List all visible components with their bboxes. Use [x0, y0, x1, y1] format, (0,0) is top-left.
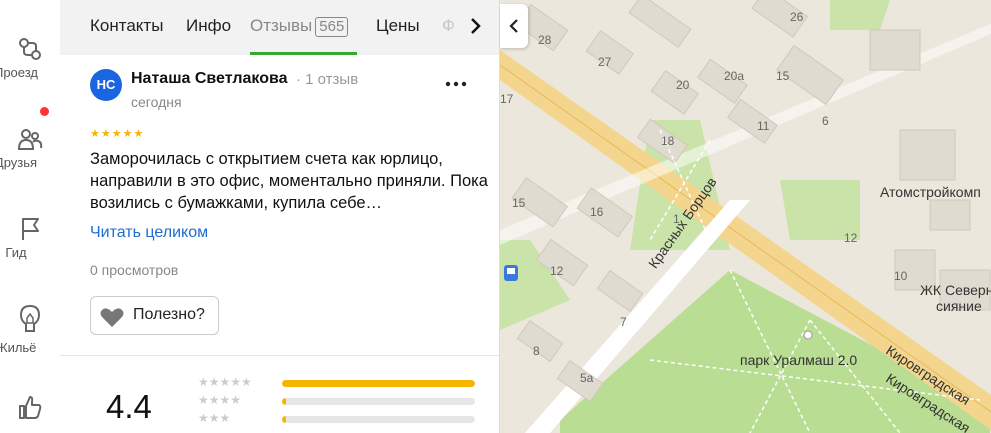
- dist-bar-5: [282, 380, 475, 387]
- review-author[interactable]: Наташа Светлакова: [131, 70, 288, 88]
- dist-bar-fill: [282, 416, 286, 423]
- divider: [60, 355, 499, 356]
- place-label: ЖК Северн: [920, 282, 991, 298]
- map-label: 20а: [724, 69, 745, 83]
- rail-item-housing[interactable]: Жильё: [0, 304, 60, 355]
- tab-bar: Контакты Инфо Отзывы565 Цены Ф: [60, 0, 499, 55]
- map-label: 5а: [580, 371, 594, 385]
- rail-label-guide: Гид: [5, 245, 27, 260]
- rail-item-route[interactable]: Проезд: [0, 36, 60, 80]
- dist-bar-4: [282, 398, 475, 405]
- tab-prices[interactable]: Цены: [376, 16, 420, 36]
- tab-active-indicator: [250, 52, 357, 55]
- tab-reviews-label: Отзывы: [250, 16, 313, 35]
- rail-item-friends[interactable]: Друзья: [0, 126, 60, 170]
- notification-dot: [40, 107, 49, 116]
- map-label: 28: [538, 33, 552, 47]
- place-label: парк Уралмаш 2.0: [740, 352, 858, 368]
- tab-contacts[interactable]: Контакты: [90, 16, 163, 36]
- place-label: сияние: [936, 298, 982, 314]
- read-more-link[interactable]: Читать целиком: [90, 224, 208, 242]
- review-stars: ★★★★★: [90, 128, 145, 140]
- map-label: 7: [620, 315, 627, 329]
- friends-icon: [17, 129, 43, 150]
- rail-label-friends: Друзья: [0, 155, 38, 170]
- tab-reviews[interactable]: Отзывы 565: [250, 16, 349, 37]
- map-label: 6: [822, 114, 829, 128]
- review-date: сегодня: [131, 94, 182, 110]
- rail-item-rating[interactable]: [0, 394, 60, 420]
- helpful-label: Полезно?: [133, 306, 205, 323]
- rail-label-housing: Жильё: [0, 340, 37, 355]
- place-label: Атомстройкомп: [880, 184, 981, 200]
- dist-stars-4: ★★★★: [198, 393, 242, 407]
- heart-icon: [100, 308, 124, 327]
- dist-bar-fill: [282, 380, 475, 387]
- map-label: 16: [590, 205, 604, 219]
- avatar[interactable]: НС: [90, 69, 122, 101]
- map-label: 10: [894, 269, 908, 283]
- dist-bar-3: [282, 416, 475, 423]
- helpful-button[interactable]: Полезно?: [90, 296, 219, 335]
- map-label: 12: [550, 264, 564, 278]
- dist-stars-3: ★★★: [198, 411, 231, 425]
- map[interactable]: 28 27 26 20 20а 15 11 6 18 17 16 15 12 1…: [500, 0, 991, 433]
- chevron-left-icon: [509, 19, 518, 33]
- dist-stars-5: ★★★★★: [198, 375, 252, 389]
- left-rail: Проезд Друзья Гид Жильё: [0, 0, 60, 433]
- review-panel: Контакты Инфо Отзывы565 Цены Ф НС Наташа…: [60, 0, 500, 433]
- map-label: 15: [512, 196, 526, 210]
- thumbs-up-icon: [19, 396, 42, 419]
- map-label: 11: [757, 119, 770, 133]
- map-label: 12: [844, 231, 858, 245]
- more-options-icon[interactable]: [444, 76, 468, 92]
- rail-item-guide[interactable]: Гид: [0, 216, 60, 260]
- bus-stop-icon[interactable]: [504, 265, 518, 281]
- overall-rating: 4.4: [106, 388, 152, 425]
- tab-info[interactable]: Инфо: [186, 16, 231, 36]
- review-views: 0 просмотров: [90, 262, 179, 278]
- map-label: 27: [598, 55, 612, 69]
- route-icon: [19, 38, 41, 60]
- review-text: Заморочилась с открытием счета как юрлиц…: [90, 150, 488, 212]
- rail-label-route: Проезд: [0, 65, 38, 80]
- map-label: 26: [790, 10, 804, 24]
- tab-reviews-count: 565: [315, 17, 349, 37]
- collapse-panel-button[interactable]: [500, 4, 528, 48]
- housing-icon: [19, 304, 41, 332]
- map-label: 17: [500, 92, 514, 106]
- flag-icon: [22, 218, 39, 240]
- map-label: 18: [661, 134, 675, 148]
- map-label: 20: [676, 78, 690, 92]
- dist-bar-fill: [282, 398, 286, 405]
- review-author-count: · 1 отзыв: [296, 71, 359, 88]
- map-label: 8: [533, 344, 540, 358]
- map-label: 15: [776, 69, 790, 83]
- chevron-right-icon[interactable]: [463, 14, 487, 38]
